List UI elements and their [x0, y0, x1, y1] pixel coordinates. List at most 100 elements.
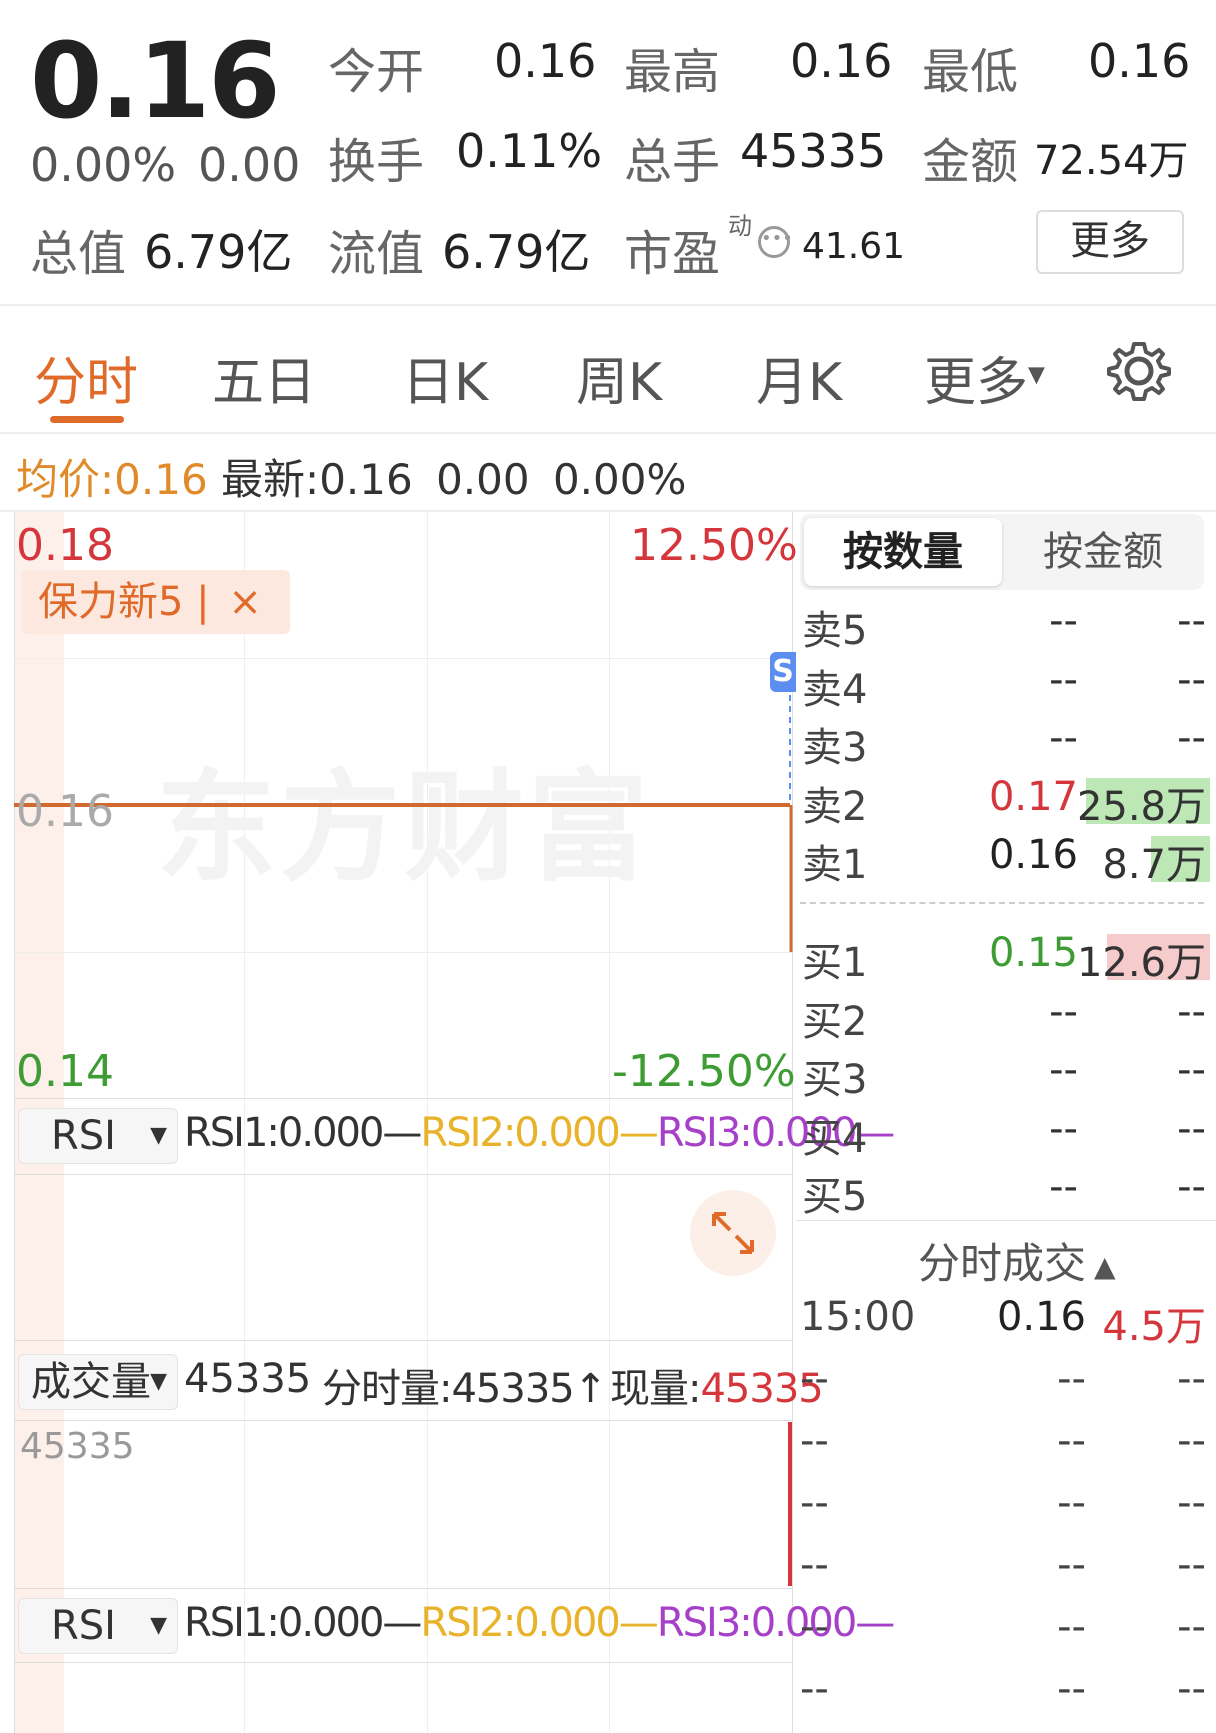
more-button-label: 更多 [1070, 218, 1150, 264]
volume-now-label: 现量: [610, 1366, 701, 1412]
rsi1-value: RSI1:0.000— [184, 1110, 422, 1156]
y-axis-bottom: 0.14 [16, 1046, 114, 1097]
avg-price-label: 均价: [16, 455, 115, 504]
ask-volume: 8.7万 [1102, 842, 1206, 889]
bid-volume: 12.6万 [1076, 940, 1206, 986]
rsi-values-2: RSI1:0.000—RSI2:0.000—RSI3:0.000— [184, 1600, 895, 1646]
amount-value: 72.54万 [1034, 138, 1189, 184]
ask-label: 卖3 [802, 725, 868, 772]
tab-more[interactable]: 更多▼ [924, 340, 1045, 415]
bid-row: 买2 -- -- [800, 989, 1210, 1045]
bid-label: 买1 [802, 940, 868, 986]
volume-selector[interactable]: 成交量 ▼ [18, 1354, 178, 1410]
volume-label: 总手 [624, 134, 721, 190]
expand-button[interactable] [690, 1190, 776, 1276]
trade-time: -- [800, 1542, 829, 1588]
more-dots-icon[interactable]: ••• [758, 226, 793, 258]
rsi-selector-2[interactable]: RSI ▼ [18, 1598, 178, 1654]
orderbook-tabs: 按数量 按金额 [800, 514, 1204, 590]
trades-header-label: 分时成交 [918, 1239, 1087, 1288]
trade-volume: -- [1177, 1418, 1206, 1464]
avg-price-value: 0.16 [114, 455, 208, 504]
trades-top-line [796, 1220, 1216, 1221]
trade-volume: -- [1177, 1356, 1206, 1402]
volume-total: 45335 [184, 1356, 312, 1402]
trade-row: 15:00 0.16 4.5万 [800, 1294, 1210, 1350]
rsi-selector-label: RSI [51, 1113, 116, 1159]
ask-price: -- [1049, 598, 1078, 644]
ask-volume: 25.8万 [1076, 783, 1206, 830]
bid-price: -- [1049, 1105, 1078, 1152]
bid-volume: -- [1177, 988, 1206, 1035]
indicator-tag[interactable]: 保力新5 | × [22, 570, 290, 634]
turnover-value: 0.11% [456, 124, 603, 178]
tab-five-day[interactable]: 五日 [212, 340, 316, 415]
ask-row: 卖5 -- -- [800, 598, 1210, 654]
tab-by-quantity[interactable]: 按数量 [804, 518, 1002, 586]
volume-selector-label: 成交量 [31, 1359, 151, 1405]
trade-price: -- [1057, 1666, 1086, 1712]
trade-price: -- [1057, 1418, 1086, 1464]
trades-header[interactable]: 分时成交 ▲ [918, 1230, 1116, 1291]
tab-fenshi[interactable]: 分时 [34, 340, 138, 415]
ask-price: 0.16 [988, 832, 1078, 879]
pe-superscript: 动 [728, 212, 752, 240]
rsi2-value: RSI2:0.000— [420, 1110, 658, 1156]
ask-row: 卖2 0.17 25.8万 [800, 774, 1210, 830]
bid-volume: -- [1177, 1105, 1206, 1152]
settings-gear-icon[interactable] [1106, 338, 1172, 404]
pct-axis-top: 12.50% [630, 520, 798, 571]
tab-daily-k[interactable]: 日K [402, 340, 488, 415]
open-label: 今开 [328, 44, 425, 100]
volume-now: 现量:45335 [610, 1356, 824, 1414]
bid-row: 买5 -- -- [800, 1164, 1210, 1220]
open-value: 0.16 [494, 34, 597, 88]
ask-price: 0.17 [988, 773, 1078, 820]
y-axis-mid: 0.16 [16, 786, 114, 837]
indicator-tag-label: 保力新5 | [38, 579, 210, 625]
more-button[interactable]: 更多 [1036, 210, 1184, 274]
amount-label: 金额 [922, 134, 1019, 190]
tab-monthly-k[interactable]: 月K [756, 340, 842, 415]
ask-row: 卖4 -- -- [800, 657, 1210, 713]
bid-label: 买4 [802, 1115, 868, 1162]
latest-value: 0.16 [319, 455, 413, 504]
bid-row: 买3 -- -- [800, 1047, 1210, 1103]
mktcap-value: 6.79亿 [144, 225, 293, 279]
bid-label: 买2 [802, 998, 868, 1045]
ask-price: -- [1049, 656, 1078, 703]
tab-by-amount-label: 按金额 [1043, 529, 1163, 575]
dropdown-arrow-icon: ▼ [150, 1123, 167, 1148]
rsi-selector[interactable]: RSI ▼ [18, 1108, 178, 1164]
tab-weekly-k[interactable]: 周K [576, 340, 662, 415]
tab-by-amount[interactable]: 按金额 [1006, 518, 1200, 586]
tab-by-quantity-label: 按数量 [843, 529, 963, 575]
info-bar: 均价:0.16 最新:0.16 0.00 0.00% [16, 446, 686, 507]
mktcap-label: 总值 [30, 226, 127, 282]
ask-volume: -- [1177, 715, 1206, 762]
signal-badge-label: S [772, 654, 794, 689]
volume-bar [788, 1422, 792, 1586]
trade-row: -- -- -- [800, 1542, 1210, 1598]
trade-row: -- -- -- [800, 1604, 1210, 1660]
expand-icon [712, 1212, 754, 1254]
trade-volume: -- [1177, 1666, 1206, 1712]
sort-up-icon: ▲ [1094, 1250, 1116, 1283]
volume-y-label: 45335 [20, 1426, 135, 1467]
rsi1-value-2: RSI1:0.000— [184, 1600, 422, 1646]
trade-price: 0.16 [996, 1294, 1086, 1340]
float-value: 6.79亿 [442, 225, 591, 279]
trade-time: -- [800, 1418, 829, 1464]
trade-row: -- -- -- [800, 1356, 1210, 1412]
signal-badge[interactable]: S [770, 652, 796, 692]
trade-time: -- [800, 1356, 829, 1402]
volume-fenshi-value: 45335↑ [451, 1366, 607, 1412]
ask-row: 卖3 -- -- [800, 715, 1210, 771]
bid-price: -- [1049, 1047, 1078, 1094]
close-icon[interactable]: × [228, 579, 262, 625]
bid-volume: -- [1177, 1164, 1206, 1211]
trade-time: -- [800, 1666, 829, 1712]
bid-price: -- [1049, 988, 1078, 1035]
change-value: 0.00 [198, 138, 301, 192]
trade-price: -- [1057, 1480, 1086, 1526]
